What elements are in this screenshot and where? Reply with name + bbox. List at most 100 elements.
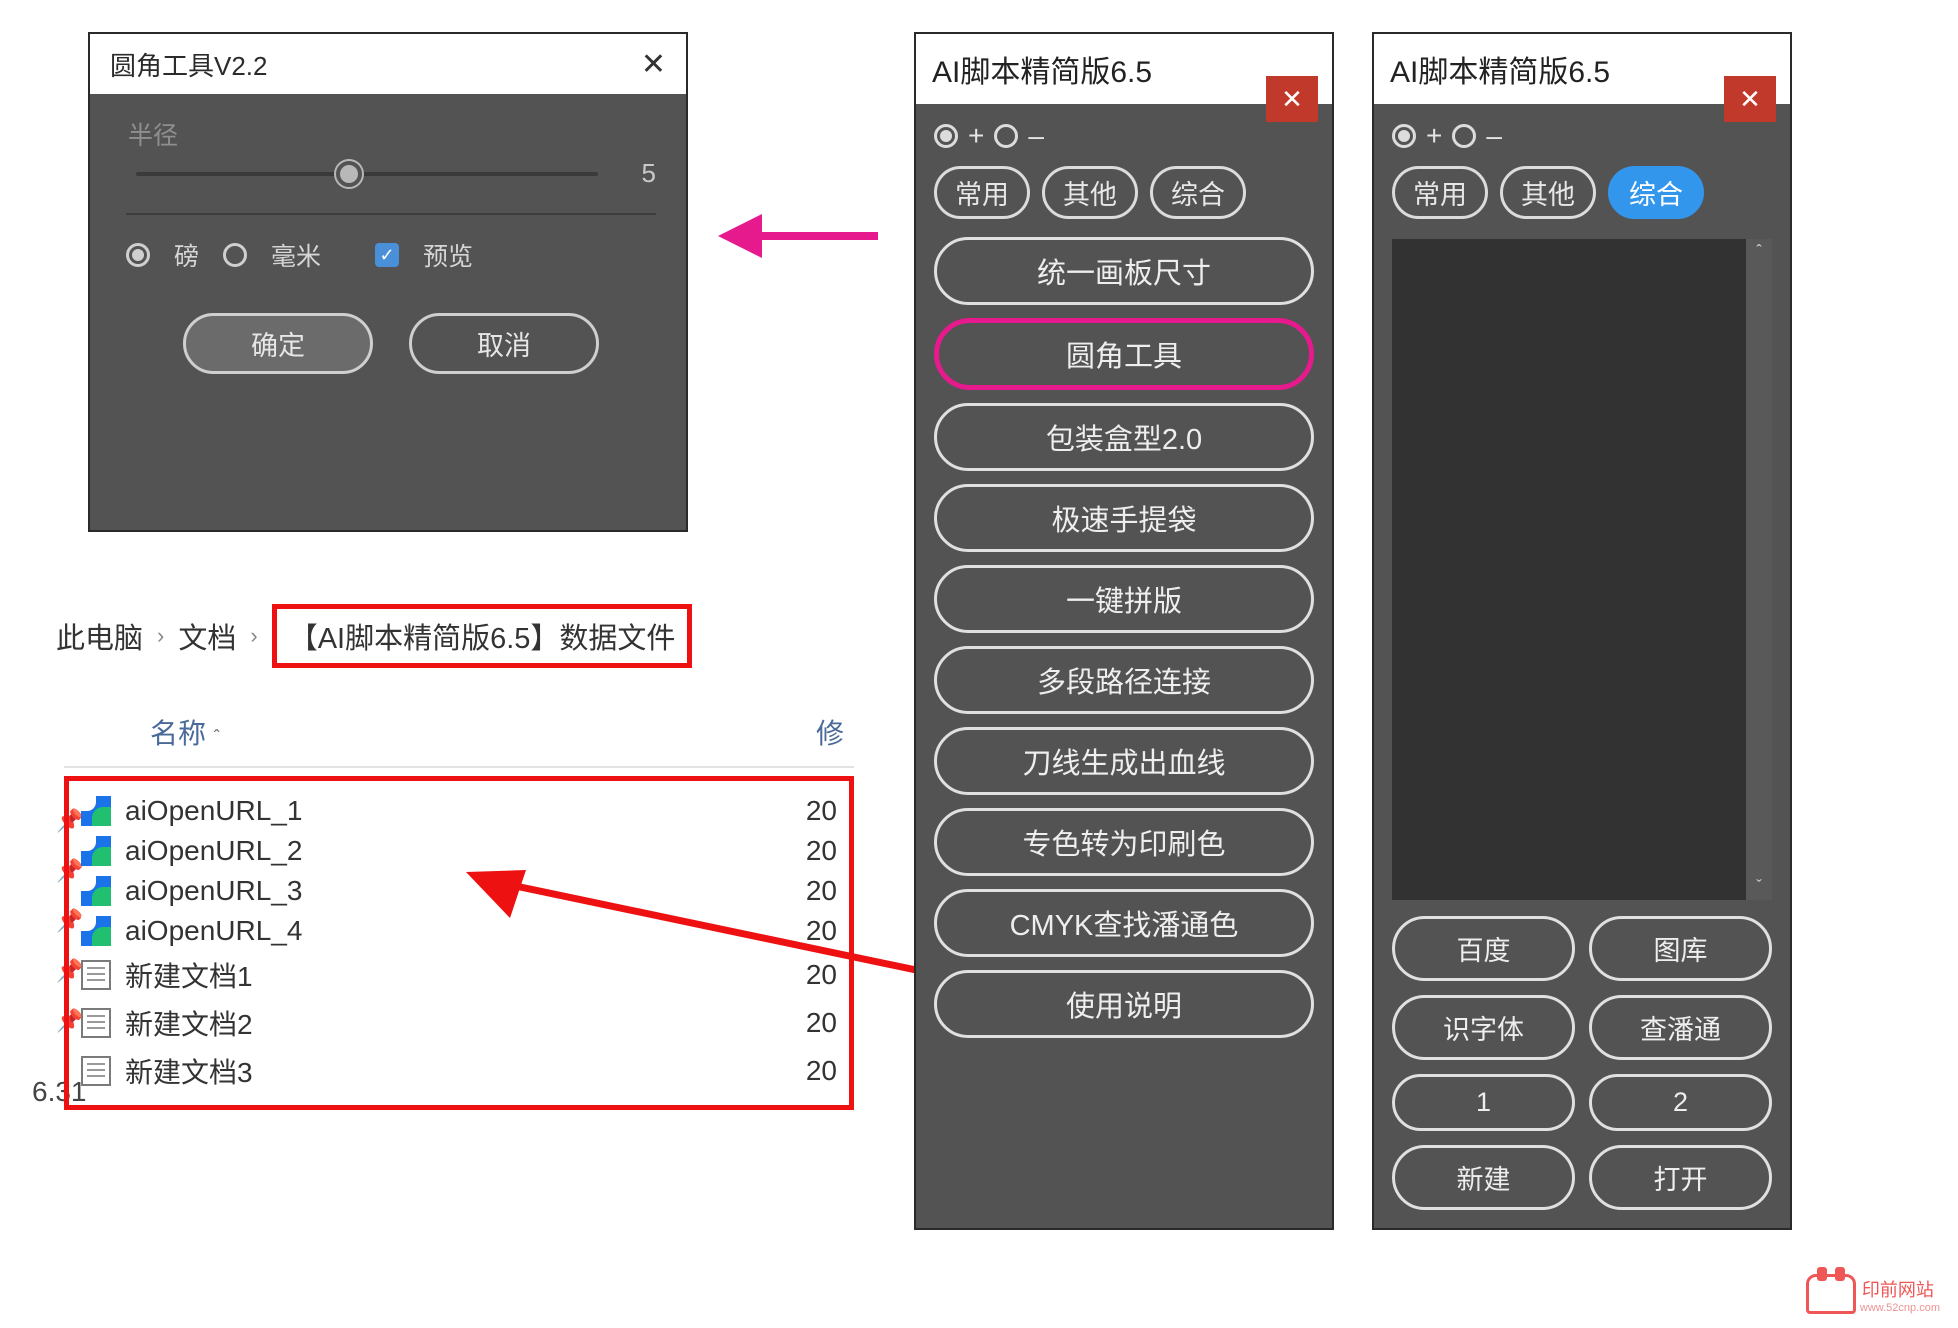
file-row[interactable]: 新建文档1 20 [75,951,843,999]
file-row[interactable]: aiOpenURL_3 20 [75,871,843,911]
tab-mixed[interactable]: 综合 [1150,166,1246,219]
grid-button[interactable]: 查潘通 [1589,995,1772,1060]
grid-button[interactable]: 1 [1392,1074,1575,1131]
file-row[interactable]: aiOpenURL_220 [75,831,843,871]
chevron-right-icon: › [250,623,257,649]
crumb-path[interactable]: 【AI脚本精简版6.5】数据文件 [272,604,693,668]
slider-knob[interactable] [336,161,362,187]
text-file-icon [81,1056,111,1086]
grid-button[interactable]: 2 [1589,1074,1772,1131]
file-name: aiOpenURL_1 [125,795,792,827]
script-panel-common: AI脚本精简版6.5 ✕ + – 常用 其他 综合 统一画板尺寸圆角工具包装盒型… [914,32,1334,1230]
watermark-logo-icon [1806,1274,1856,1314]
tool-button[interactable]: 圆角工具 [934,318,1314,390]
grid-button[interactable]: 图库 [1589,916,1772,981]
tool-button[interactable]: 极速手提袋 [934,484,1314,552]
mode-plus-label: + [1426,120,1442,152]
text-file-icon [81,1008,111,1038]
file-name: aiOpenURL_2 [125,835,792,867]
mode-minus-label: – [1028,120,1044,152]
tool-button[interactable]: 一键拼版 [934,565,1314,633]
tab-mixed[interactable]: 综合 [1608,166,1704,219]
scroll-up-icon[interactable]: ˆ [1746,239,1772,265]
tab-other[interactable]: 其他 [1500,166,1596,219]
radius-slider[interactable] [136,172,598,176]
grid-button[interactable]: 打开 [1589,1145,1772,1210]
mode-minus-radio[interactable] [1452,124,1476,148]
mode-plus-radio[interactable] [934,124,958,148]
scrollbar[interactable]: ˆ ˇ [1746,239,1772,900]
mode-minus-label: – [1486,120,1502,152]
file-modified: 20 [806,875,837,907]
tab-common[interactable]: 常用 [1392,166,1488,219]
unit-mm-label: 毫米 [271,237,321,273]
mode-row: + – [1392,120,1772,152]
close-button[interactable]: ✕ [1266,76,1318,122]
tool-button[interactable]: 统一画板尺寸 [934,237,1314,305]
mode-minus-radio[interactable] [994,124,1018,148]
dialog-title: 圆角工具V2.2 [110,46,268,83]
script-panel-mixed: AI脚本精简版6.5 ✕ + – 常用 其他 综合 ˆ ˇ 百度图库识字体查潘通… [1372,32,1792,1230]
radius-label: 半径 [128,116,656,152]
watermark-url: www.52cnp.com [1860,1302,1940,1314]
col-modified[interactable]: 修 [816,712,844,752]
url-file-icon [81,876,111,906]
crumb-root[interactable]: 此电脑 [56,615,143,657]
crumb-folder[interactable]: 文档 [178,615,236,657]
file-name: aiOpenURL_4 [125,915,792,947]
preview-checkbox[interactable]: ✓ [375,243,399,267]
unit-bang-radio[interactable] [126,243,150,267]
file-modified: 20 [806,915,837,947]
file-list: aiOpenURL_120aiOpenURL_220aiOpenURL_320a… [64,776,854,1110]
cancel-button[interactable]: 取消 [409,313,599,374]
mode-row: + – [934,120,1314,152]
tool-button[interactable]: 专色转为印刷色 [934,808,1314,876]
file-modified: 20 [806,959,837,991]
round-corner-dialog: 圆角工具V2.2 ✕ 半径 5 磅 毫米 ✓ 预览 确定 取消 [88,32,688,532]
file-name: 新建文档3 [125,1051,792,1091]
file-name: aiOpenURL_3 [125,875,792,907]
tool-button[interactable]: CMYK查找潘通色 [934,889,1314,957]
sort-asc-icon[interactable]: ˆ [214,727,220,747]
tool-list: 统一画板尺寸圆角工具包装盒型2.0 极速手提袋一键拼版多段路径连接刀线生成出血线专… [934,237,1314,1038]
file-modified: 20 [806,795,837,827]
watermark: 印前网站 www.52cnp.com [1806,1258,1940,1314]
url-file-icon [81,836,111,866]
file-explorer: 名称 ˆ 修 aiOpenURL_120aiOpenURL_220aiOpenU… [64,692,854,1110]
breadcrumb: 此电脑 › 文档 › 【AI脚本精简版6.5】数据文件 [56,604,692,668]
tool-button[interactable]: 刀线生成出血线 [934,727,1314,795]
scroll-down-icon[interactable]: ˇ [1746,874,1772,900]
grid-button[interactable]: 新建 [1392,1145,1575,1210]
file-name: 新建文档1 [125,955,792,995]
close-button[interactable]: ✕ [1724,76,1776,122]
mode-plus-radio[interactable] [1392,124,1416,148]
empty-list-area: ˆ ˇ [1392,239,1772,900]
tool-button[interactable]: 使用说明 [934,970,1314,1038]
col-name[interactable]: 名称 [150,718,206,749]
url-file-icon [81,796,111,826]
file-row[interactable]: 新建文档2 20 [75,999,843,1047]
close-icon[interactable]: ✕ [641,47,666,82]
file-row[interactable]: 新建文档3 20 [75,1047,843,1095]
grid-button[interactable]: 识字体 [1392,995,1575,1060]
file-modified: 20 [806,1007,837,1039]
watermark-brand: 印前网站 [1862,1276,1940,1302]
url-file-icon [81,916,111,946]
radius-value: 5 [626,158,656,189]
ok-button[interactable]: 确定 [183,313,373,374]
button-grid: 百度图库识字体查潘通12新建打开 [1392,916,1772,1210]
tab-other[interactable]: 其他 [1042,166,1138,219]
dialog-titlebar[interactable]: 圆角工具V2.2 ✕ [90,34,686,94]
grid-button[interactable]: 百度 [1392,916,1575,981]
unit-bang-label: 磅 [174,237,199,273]
tool-button[interactable]: 包装盒型2.0 [934,403,1314,471]
unit-mm-radio[interactable] [223,243,247,267]
tool-button[interactable]: 多段路径连接 [934,646,1314,714]
file-row[interactable]: aiOpenURL_1 20 [75,791,843,831]
file-modified: 20 [806,1055,837,1087]
file-row[interactable]: aiOpenURL_4 20 [75,911,843,951]
preview-label: 预览 [423,237,473,273]
file-name: 新建文档2 [125,1003,792,1043]
tab-common[interactable]: 常用 [934,166,1030,219]
arrow-pink-icon [718,196,878,276]
